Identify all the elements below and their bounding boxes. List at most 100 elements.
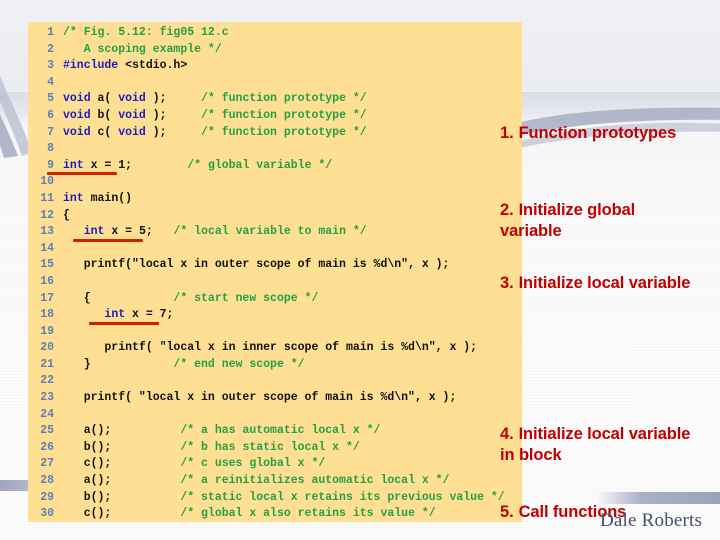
code-token: #include (63, 59, 119, 73)
code-line-text: b(); /* static local x retains its previ… (54, 490, 505, 507)
code-token: x = 1; (83, 158, 188, 172)
code-lines-container[interactable]: 1 /* Fig. 5.12: fig05 12.c 2 A scoping exa… (28, 22, 522, 522)
code-line-number: 7 (47, 125, 54, 139)
code-token: { (63, 291, 174, 305)
code-line-number: 27 (40, 457, 54, 471)
annotation-1-label: Function prototypes (518, 124, 677, 142)
annotation-2-label: Initialize global variable (500, 201, 636, 240)
code-line-text: a(); /* a has automatic local x */ (54, 423, 381, 440)
code-line-number: 25 (40, 424, 54, 438)
author-signature: Dale Roberts (600, 510, 703, 531)
code-line-text: /* Fig. 5.12: fig05 12.c (54, 25, 229, 42)
code-token: A scoping example */ (63, 42, 222, 56)
code-token: a( (90, 92, 119, 106)
code-line: 6 void b( void ); /* function prototype *… (28, 108, 522, 125)
code-line-text: printf("local x in outer scope of main i… (54, 257, 450, 274)
annotation-4: 4. Initialize local variable in block (500, 403, 705, 466)
code-token: a(); (63, 474, 181, 488)
code-token: void (63, 125, 91, 139)
code-line-number: 23 (40, 391, 54, 405)
code-line: 3 #include <stdio.h> (28, 58, 522, 75)
code-token: c( (90, 125, 119, 139)
code-line-number: 8 (47, 142, 54, 156)
code-token: ); (145, 125, 202, 139)
main-local-variable-underline (73, 239, 143, 242)
code-line-number: 11 (40, 191, 54, 205)
annotation-5-number: 5. (500, 503, 514, 521)
code-token: c(); (63, 457, 181, 471)
code-line-number: 28 (40, 474, 54, 488)
code-token: <stdio.h> (118, 59, 188, 73)
code-line: 16 (28, 274, 522, 291)
code-line-number: 21 (40, 357, 54, 371)
code-line: 28 a(); /* a reinitializes automatic loc… (28, 473, 522, 490)
code-line-text: printf( "local x in outer scope of main … (54, 390, 457, 407)
code-line-text: A scoping example */ (54, 42, 222, 59)
code-token: x = 5; (104, 225, 174, 239)
annotation-2-number: 2. (500, 201, 514, 219)
code-line: 4 (28, 75, 522, 92)
code-token: /* start new scope */ (173, 291, 319, 305)
code-line-number: 18 (40, 308, 54, 322)
code-line-number: 29 (40, 490, 54, 504)
code-line-text: a(); /* a reinitializes automatic local … (54, 473, 450, 490)
code-line-text: } /* end new scope */ (54, 357, 305, 374)
slide-canvas: 1 /* Fig. 5.12: fig05 12.c 2 A scoping exa… (0, 0, 720, 540)
code-line: 17 { /* start new scope */ (28, 291, 522, 308)
code-token: void (63, 92, 91, 106)
code-line: 5 void a( void ); /* function prototype *… (28, 91, 522, 108)
code-line-number: 15 (40, 258, 54, 272)
code-line-number: 14 (40, 241, 54, 255)
code-token: b(); (63, 490, 181, 504)
code-token: int (63, 191, 84, 205)
annotation-3: 3. Initialize local variable (500, 252, 700, 294)
code-line-number: 1 (47, 26, 54, 39)
code-line: 12 { (28, 208, 522, 225)
code-line-number: 20 (40, 341, 54, 355)
code-line: 30 c(); /* global x also retains its val… (28, 506, 522, 522)
code-token: ); (145, 108, 202, 122)
code-line-text: int main() (54, 191, 132, 208)
code-line-text: b(); /* b has static local x */ (54, 440, 360, 457)
block-local-variable-underline (89, 322, 159, 325)
code-token: /* function prototype */ (201, 92, 367, 106)
code-line: 20 printf( "local x in inner scope of ma… (28, 340, 522, 357)
code-token: /* Fig. 5.12: fig05 12.c (63, 26, 229, 39)
code-line-text: c(); /* global x also retains its value … (54, 506, 436, 522)
code-line-number: 19 (40, 324, 54, 338)
code-token: { (63, 208, 70, 222)
code-line-number: 24 (40, 407, 54, 421)
code-line: 23 printf( "local x in outer scope of ma… (28, 390, 522, 407)
code-token: } (63, 357, 174, 371)
code-line-number: 3 (47, 59, 54, 73)
code-line-number: 5 (47, 92, 54, 106)
code-line-text: { (54, 208, 70, 225)
code-line-number: 6 (47, 108, 54, 122)
code-token: /* end new scope */ (173, 357, 305, 371)
code-line: 21 } /* end new scope */ (28, 357, 522, 374)
code-line-number: 2 (47, 42, 54, 56)
annotation-1: 1. Function prototypes (500, 102, 676, 144)
code-token: /* global x also retains its value */ (180, 507, 436, 521)
code-token: b(); (63, 440, 181, 454)
code-line: 26 b(); /* b has static local x */ (28, 440, 522, 457)
code-token: /* global variable */ (187, 158, 333, 172)
code-token: /* static local x retains its previous v… (180, 490, 505, 504)
code-token: ); (145, 92, 202, 106)
code-token: main() (83, 191, 133, 205)
code-line: 29 b(); /* static local x retains its pr… (28, 490, 522, 507)
code-token: int (104, 308, 126, 322)
code-line-number: 22 (40, 374, 54, 388)
code-line: 25 a(); /* a has automatic local x */ (28, 423, 522, 440)
global-variable-underline (47, 172, 117, 175)
code-listing-panel: 1 /* Fig. 5.12: fig05 12.c 2 A scoping exa… (28, 22, 522, 522)
code-line-number: 12 (40, 208, 54, 222)
code-token: void (118, 108, 146, 122)
code-line-number: 13 (40, 225, 54, 239)
code-line: 27 c(); /* c uses global x */ (28, 456, 522, 473)
code-line-text: void b( void ); /* function prototype */ (54, 108, 367, 125)
code-token: int (83, 225, 105, 239)
code-line-text: printf( "local x in inner scope of main … (54, 340, 477, 357)
